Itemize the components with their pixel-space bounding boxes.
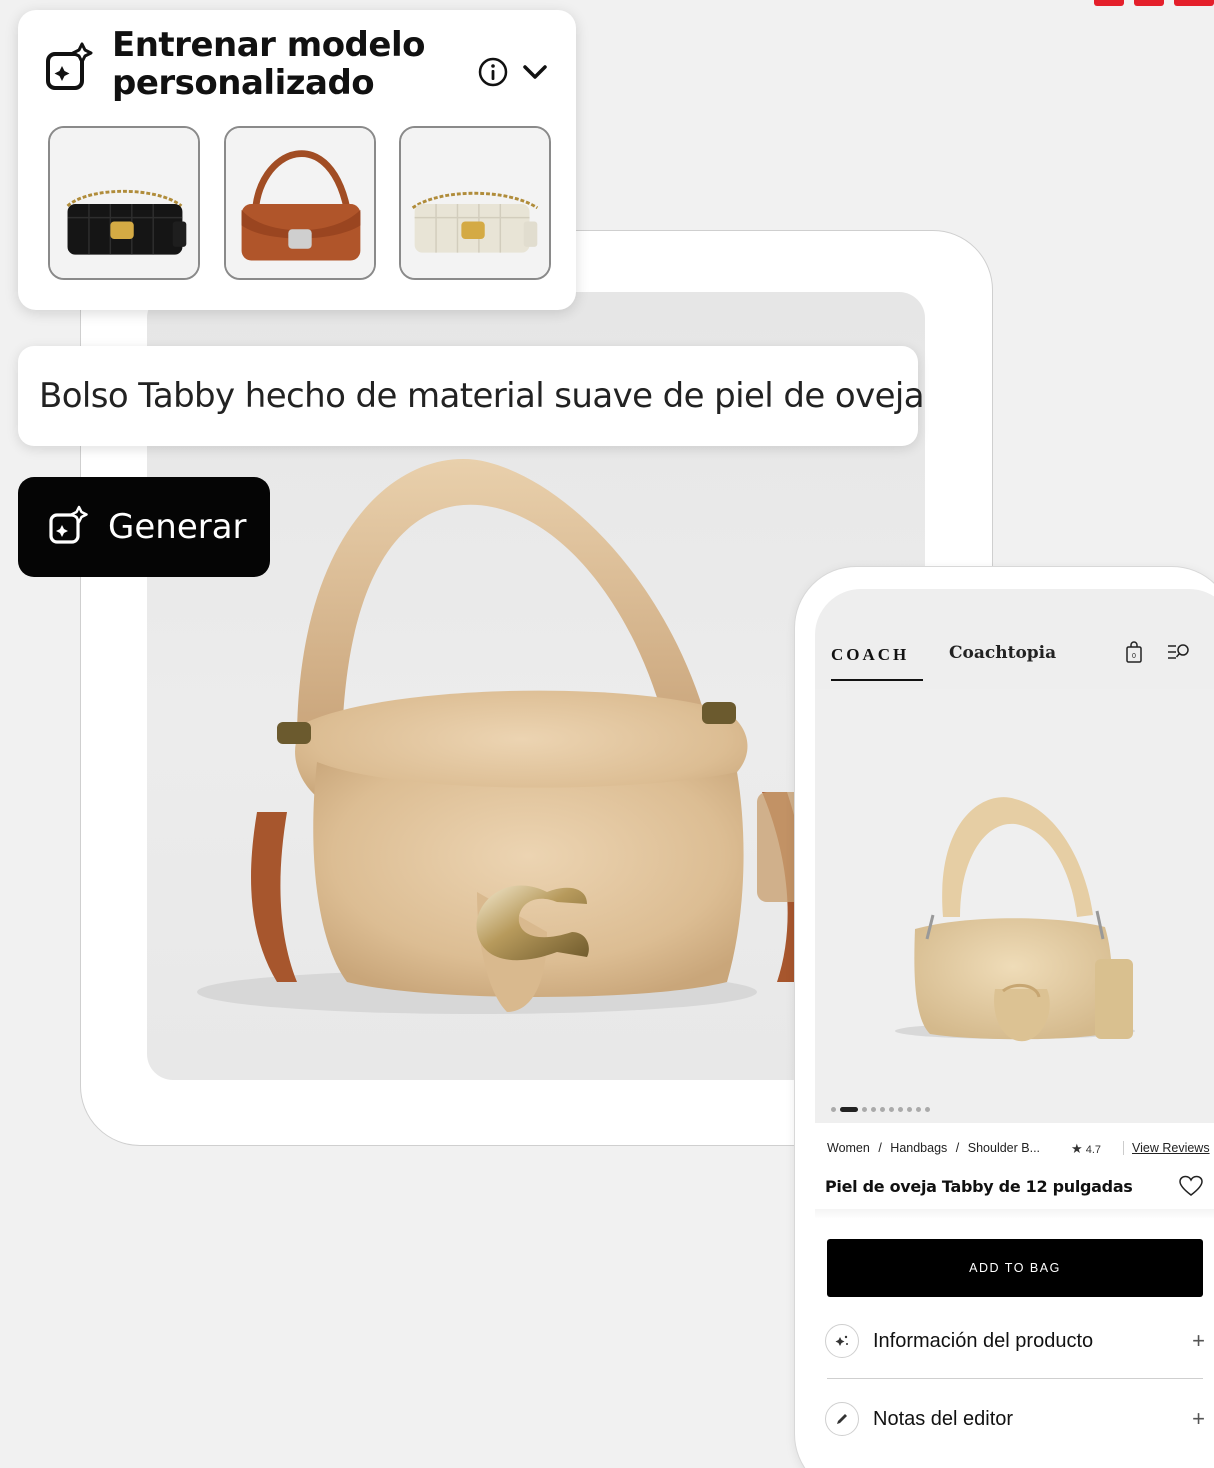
star-icon: ★ [1071,1141,1083,1156]
training-thumbnail-black[interactable] [48,126,200,280]
brand-coachtopia-tab[interactable]: Coachtopia [949,643,1056,663]
carousel-dot[interactable] [862,1107,867,1112]
train-model-panel: Entrenar modelo personalizado [18,10,576,310]
view-reviews-link[interactable]: View Reviews [1123,1141,1210,1155]
carousel-indicator[interactable] [831,1107,930,1112]
accordion-divider [827,1378,1203,1379]
carousel-dot[interactable] [898,1107,903,1112]
menu-search-icon[interactable] [1167,643,1191,661]
product-title: Piel de oveja Tabby de 12 pulgadas [825,1177,1133,1196]
panel-title: Entrenar modelo personalizado [112,25,425,103]
active-tab-underline [831,679,923,681]
brand-coach-tab[interactable]: COACH [831,645,909,665]
accordion-product-info[interactable]: Información del producto + [825,1319,1205,1363]
phone-header [815,589,1214,689]
phone-mockup: COACH Coachtopia 0 Women / Handbags / Sh… [794,566,1214,1468]
breadcrumb-handbags[interactable]: Handbags [890,1141,947,1155]
accent-logo-fragment [1094,0,1214,6]
prompt-input[interactable]: Bolso Tabby hecho de material suave de p… [18,346,925,446]
section-divider [815,1209,1214,1219]
accordion-editor-notes[interactable]: Notas del editor + [825,1397,1205,1441]
expand-plus-icon[interactable]: + [1192,1328,1205,1354]
rating: ★ 4.7 [1071,1141,1101,1157]
breadcrumb-women[interactable]: Women [827,1141,870,1155]
heart-icon[interactable] [1179,1175,1203,1197]
carousel-dot-active[interactable] [840,1107,858,1112]
generate-label: Generar [108,507,247,547]
carousel-dot[interactable] [889,1107,894,1112]
expand-plus-icon[interactable]: + [1192,1406,1205,1432]
chevron-down-icon[interactable] [521,60,549,84]
breadcrumb: Women / Handbags / Shoulder B... [827,1141,1045,1155]
product-image[interactable] [815,689,1214,1123]
sparkle-image-icon [46,42,93,90]
carousel-dot[interactable] [831,1107,836,1112]
sparkle-image-icon [49,505,88,544]
generate-button[interactable]: Generar [18,477,270,577]
pencil-icon [825,1402,859,1436]
carousel-dot[interactable] [925,1107,930,1112]
carousel-dot[interactable] [880,1107,885,1112]
svg-text:0: 0 [1132,653,1136,660]
carousel-dot[interactable] [871,1107,876,1112]
product-bag-illustration [895,797,1135,1042]
breadcrumb-separator: / [955,1141,960,1155]
accordion-label: Información del producto [873,1329,1094,1352]
training-thumbnail-brown[interactable] [224,126,376,280]
training-thumbnail-white[interactable] [399,126,551,280]
phone-screen: COACH Coachtopia 0 Women / Handbags / Sh… [815,589,1214,1468]
add-to-bag-button[interactable]: ADD TO BAG [827,1239,1203,1297]
rating-value: 4.7 [1085,1144,1102,1156]
carousel-dot[interactable] [907,1107,912,1112]
accordion-label: Notas del editor [873,1407,1014,1430]
breadcrumb-shoulder-bags[interactable]: Shoulder B... [968,1141,1040,1155]
carousel-dot[interactable] [916,1107,921,1112]
bag-icon[interactable]: 0 [1125,641,1143,663]
sparkle-icon [825,1324,859,1358]
prompt-text[interactable]: Bolso Tabby hecho de material suave de p… [39,376,925,416]
breadcrumb-separator: / [878,1141,882,1155]
info-icon[interactable] [477,56,509,88]
